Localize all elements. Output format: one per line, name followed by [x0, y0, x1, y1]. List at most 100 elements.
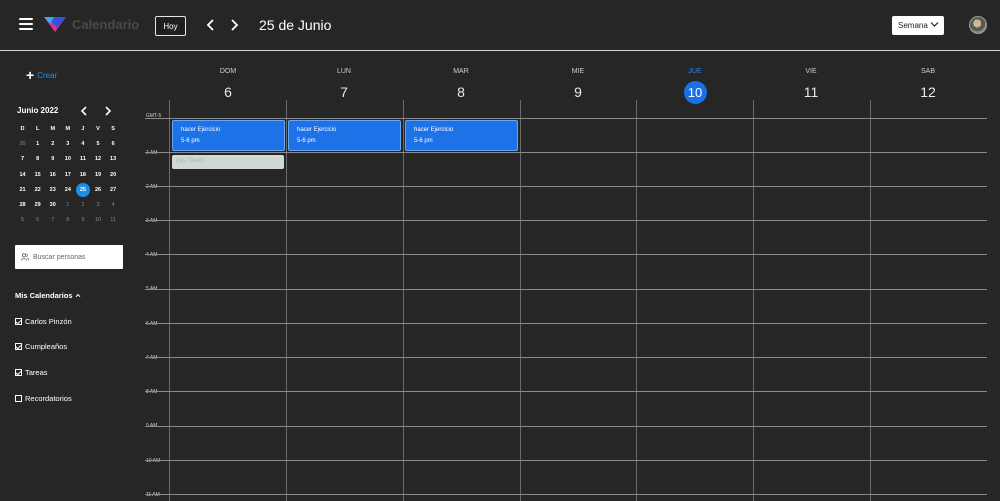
- day-name: VIE: [805, 68, 817, 75]
- my-calendars-toggle[interactable]: Mis Calendarios: [15, 291, 81, 300]
- checkbox-checked-icon[interactable]: [15, 343, 22, 350]
- mini-day[interactable]: 10: [60, 152, 75, 167]
- mini-day[interactable]: 30: [15, 137, 30, 152]
- mini-day[interactable]: 3: [90, 198, 105, 213]
- mini-week-row: 7 8 9 10 11 12 13: [15, 152, 121, 167]
- hour-label: 7 AM: [146, 355, 158, 361]
- mini-week-row: 14 15 16 17 18 19 20: [15, 168, 121, 183]
- avatar[interactable]: [969, 16, 987, 34]
- create-button[interactable]: + Crear: [26, 68, 57, 82]
- mini-day[interactable]: 1: [30, 137, 45, 152]
- mini-day[interactable]: 4: [106, 198, 121, 213]
- mini-day[interactable]: 15: [30, 168, 45, 183]
- mini-day[interactable]: 11: [75, 152, 90, 167]
- mini-weekday: V: [96, 126, 100, 132]
- calendar-item-label: Cumpleaños: [25, 342, 68, 351]
- day-header-sab[interactable]: SAB 12: [870, 68, 986, 103]
- event-time: 5-6 pm: [297, 138, 316, 144]
- mini-day[interactable]: 2: [45, 137, 60, 152]
- mini-day[interactable]: 5: [15, 213, 30, 228]
- mini-day[interactable]: 23: [45, 183, 60, 198]
- event-card[interactable]: hacer Ejercicio 5-6 pm: [405, 120, 518, 151]
- menu-icon[interactable]: [19, 18, 33, 30]
- hour-line: [145, 494, 987, 495]
- mini-day[interactable]: 1: [60, 198, 75, 213]
- day-header-dom[interactable]: DOM 6: [170, 68, 286, 103]
- app-logo: [44, 17, 66, 32]
- mini-day-selected[interactable]: 25: [75, 183, 91, 198]
- mini-day[interactable]: 20: [106, 168, 121, 183]
- event-title: hacer Ejercicio: [414, 127, 454, 133]
- hour-line: [145, 220, 987, 221]
- week-grid[interactable]: hacer Ejercicio 5-6 pm hacer Ejercicio 5…: [145, 100, 987, 501]
- mini-day[interactable]: 7: [45, 213, 60, 228]
- hour-line: [145, 460, 987, 461]
- today-button[interactable]: Hoy: [155, 16, 186, 36]
- checkbox-unchecked-icon[interactable]: [15, 395, 22, 402]
- mini-week-row: 21 22 23 24 25 26 27: [15, 183, 121, 198]
- day-header-mie[interactable]: MIE 9: [520, 68, 636, 103]
- day-header-jue-today[interactable]: JUE 10: [637, 68, 753, 104]
- checkbox-checked-icon[interactable]: [15, 318, 22, 325]
- mini-prev-month-icon[interactable]: [79, 104, 89, 116]
- mini-day[interactable]: 5: [90, 137, 105, 152]
- mini-day[interactable]: 19: [90, 168, 105, 183]
- event-card[interactable]: hacer Ejercicio 5-6 pm: [288, 120, 401, 151]
- day-name: MIE: [571, 68, 585, 75]
- mini-day[interactable]: 24: [60, 183, 75, 198]
- mini-day[interactable]: 26: [90, 183, 105, 198]
- day-header-mar[interactable]: MAR 8: [403, 68, 519, 103]
- mini-day[interactable]: 27: [106, 183, 121, 198]
- hour-line: [145, 254, 987, 255]
- mini-day[interactable]: 17: [60, 168, 75, 183]
- hour-line: [145, 186, 987, 187]
- calendar-item[interactable]: Cumpleaños: [15, 342, 67, 351]
- hour-label: 10 AM: [146, 458, 161, 464]
- hour-label: 6 AM: [146, 321, 158, 327]
- checkbox-checked-icon[interactable]: [15, 369, 22, 376]
- mini-day[interactable]: 6: [106, 137, 121, 152]
- my-calendars-label: Mis Calendarios: [15, 291, 73, 300]
- calendar-item[interactable]: Recordatorios: [15, 394, 72, 403]
- hour-label: 8 AM: [146, 389, 158, 395]
- mini-day[interactable]: 10: [90, 213, 105, 228]
- mini-day[interactable]: 22: [30, 183, 45, 198]
- mini-weekday-row: D L M M J V S: [15, 122, 121, 137]
- calendar-item[interactable]: Tareas: [15, 368, 48, 377]
- mini-day[interactable]: 30: [45, 198, 60, 213]
- mini-day[interactable]: 4: [75, 137, 90, 152]
- mini-day[interactable]: 14: [15, 168, 30, 183]
- mini-day[interactable]: 2: [75, 198, 90, 213]
- next-week-icon[interactable]: [227, 17, 241, 33]
- day-header-lun[interactable]: LUN 7: [286, 68, 402, 103]
- mini-day[interactable]: 12: [90, 152, 105, 167]
- mini-next-month-icon[interactable]: [103, 104, 113, 116]
- mini-day[interactable]: 6: [30, 213, 45, 228]
- mini-day[interactable]: 9: [45, 152, 60, 167]
- search-people-placeholder: Buscar personas: [33, 253, 86, 261]
- mini-day[interactable]: 7: [15, 152, 30, 167]
- mini-day[interactable]: 13: [106, 152, 121, 167]
- view-select[interactable]: Semana: [892, 16, 944, 35]
- event-card[interactable]: hacer Ejercicio 5-6 pm: [172, 120, 285, 151]
- day-divider: [636, 100, 637, 501]
- day-name: JUE: [688, 68, 702, 75]
- search-people-input[interactable]: Buscar personas: [15, 245, 123, 269]
- mini-day[interactable]: 16: [45, 168, 60, 183]
- mini-weekday: S: [111, 126, 115, 132]
- mini-day[interactable]: 21: [15, 183, 30, 198]
- mini-day[interactable]: 8: [30, 152, 45, 167]
- mini-day[interactable]: 11: [106, 213, 121, 228]
- day-header-vie[interactable]: VIE 11: [753, 68, 869, 103]
- hour-label: 1 AM: [146, 150, 158, 156]
- calendar-item[interactable]: Carlos Pinzón: [15, 317, 72, 326]
- mini-day[interactable]: 29: [30, 198, 45, 213]
- mini-day-selected-label: 25: [79, 186, 86, 193]
- mini-day[interactable]: 8: [60, 213, 75, 228]
- event-card-untitled[interactable]: (sin Título): [172, 155, 284, 169]
- mini-day[interactable]: 3: [60, 137, 75, 152]
- mini-day[interactable]: 9: [75, 213, 90, 228]
- mini-day[interactable]: 18: [75, 168, 90, 183]
- mini-day[interactable]: 28: [15, 198, 30, 213]
- prev-week-icon[interactable]: [204, 17, 218, 33]
